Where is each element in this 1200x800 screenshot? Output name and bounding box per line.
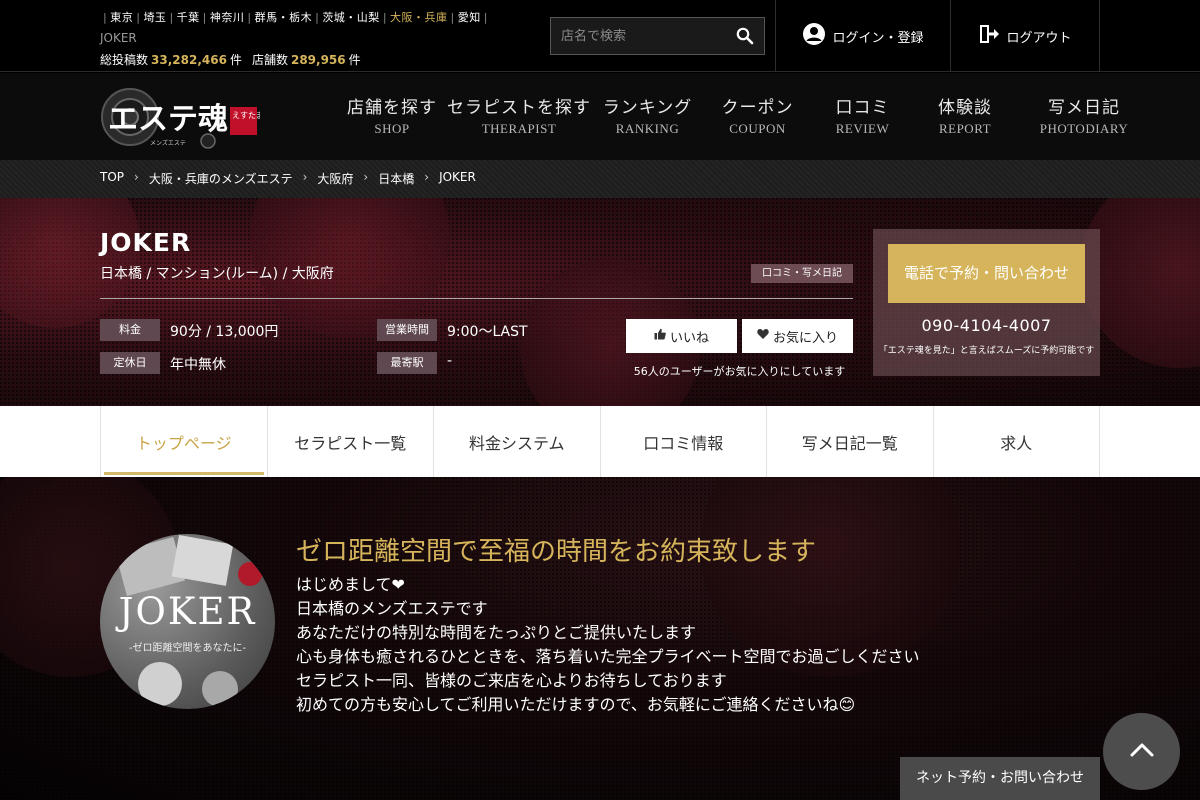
shop-count-value: 289,956 [290,53,346,67]
shop-count-unit: 件 [348,53,361,67]
nav-coupon[interactable]: クーポン COUPON [701,93,814,137]
area-link-tokyo[interactable]: 東京 [110,11,133,24]
total-posts-label: 総投稿数 [100,53,149,67]
price-label: 料金 [100,319,160,341]
station-label: 最寄駅 [377,352,437,374]
shop-subtitle: 日本橋 / マンション(ルーム) / 大阪府 [100,266,334,282]
logo-sub-text: メンズエステ [150,139,186,147]
thumbs-up-icon [654,328,666,344]
shop-avatar: JOKER -ゼロ距離空間をあなたに- [100,534,275,709]
login-label: ログイン・登録 [832,30,924,46]
area-link-kanagawa[interactable]: 神奈川 [210,11,245,24]
tab-photo-diary[interactable]: 写メ日記一覧 [767,406,934,477]
intro-headline: ゼロ距離空間で至福の時間をお約束致します [296,537,817,567]
shop-intro: JOKER -ゼロ距離空間をあなたに- ゼロ距離空間で至福の時間をお約束致します… [0,477,1200,800]
total-posts-value: 33,282,466 [151,53,227,67]
intro-body: はじめまして❤ 日本橋のメンズエステです あなただけの特別な時間をたっぷりとご提… [296,573,920,717]
search-icon[interactable] [736,27,756,47]
shop-name: JOKER [100,228,192,257]
call-reserve-button[interactable]: 電話で予約・問い合わせ [888,244,1085,303]
search-input[interactable] [551,18,729,54]
area-link-osaka-hyogo[interactable]: 大阪・兵庫 [390,11,448,24]
avatar-brand-text: JOKER [118,590,257,633]
shop-hero: JOKER 日本橋 / マンション(ルーム) / 大阪府 口コミ・写メ日記 料金… [0,198,1200,406]
user-icon [802,22,826,50]
main-nav: エステ魂 メンズエステ えすたま 店舗を探す SHOP セラピストを探す THERA… [0,73,1200,160]
divider [100,298,853,299]
favorite-button[interactable]: お気に入り [742,319,853,353]
logo-main-text: エステ魂 [108,102,228,137]
intro-line: セラピスト一同、皆様のご来店を心よりお待ちしております [296,671,727,690]
logout-button[interactable]: ログアウト [950,0,1100,72]
chevron-up-icon [1129,742,1155,762]
breadcrumb-prefecture[interactable]: 大阪府 [317,170,353,187]
tab-top[interactable]: トップページ [101,406,268,477]
contact-box: 電話で予約・問い合わせ 090-4104-4007 「エステ魂を見た」と言えばス… [873,229,1100,376]
phone-number[interactable]: 090-4104-4007 [873,316,1100,335]
intro-line: 初めての方も安心してご利用いただけますので、お気軽にご連絡くださいね😊 [296,695,856,714]
area-links: | 東京 | 埼玉 | 千葉 | 神奈川 | 群馬・栃木 | 茨城・山梨 | 大阪・兵庫 | 愛知 | [103,11,488,24]
favorite-count-note: 56人のユーザーがお気に入りにしています [633,365,846,378]
nav-therapist[interactable]: セラピストを探す THERAPIST [444,93,594,137]
intro-line: はじめまして❤ [296,575,405,594]
intro-line: 日本橋のメンズエステです [296,599,488,618]
site-counts: 総投稿数 33,282,466 件店舗数 289,956 件 [100,51,361,68]
price-value: 90分 / 13,000円 [170,324,279,340]
hours-label: 営業時間 [377,319,437,341]
breadcrumb-region[interactable]: 大阪・兵庫のメンズエステ [149,170,293,187]
net-reserve-button[interactable]: ネット予約・お問い合わせ [900,757,1100,800]
area-link-saitama[interactable]: 埼玉 [143,11,166,24]
nav-review[interactable]: 口コミ REVIEW [814,93,911,137]
phone-note: 「エステ魂を見た」と言えばスムーズに予約可能です [878,346,1095,356]
intro-line: 心も身体も癒されるひとときを、落ち着いた完全プライベート空間でお過ごしください [296,647,920,666]
chevron-right-icon: › [302,170,308,184]
favorite-label: お気に入り [772,330,838,346]
chevron-right-icon: › [363,170,369,184]
holiday-value: 年中無休 [170,357,226,373]
nav-photodiary[interactable]: 写メ日記 PHOTODIARY [1019,93,1149,137]
total-posts-unit: 件 [229,53,242,67]
breadcrumb: TOP › 大阪・兵庫のメンズエステ › 大阪府 › 日本橋 › JOKER [0,160,1200,198]
header-shop-name: JOKER [100,31,137,45]
area-link-ibaraki-yamanashi[interactable]: 茨城・山梨 [322,11,380,24]
login-button[interactable]: ログイン・登録 [775,0,950,72]
tab-reviews[interactable]: 口コミ情報 [601,406,767,477]
shop-tabs: トップページ セラピスト一覧 料金システム 口コミ情報 写メ日記一覧 求人 [0,406,1200,477]
intro-line: あなただけの特別な時間をたっぷりとご提供いたします [296,623,697,642]
nav-ranking[interactable]: ランキング RANKING [594,93,701,137]
nav-report[interactable]: 体験談 REPORT [911,93,1019,137]
chevron-right-icon: › [424,170,430,184]
logout-icon [978,23,1000,49]
logout-label: ログアウト [1006,30,1072,46]
area-link-gunma-tochigi[interactable]: 群馬・栃木 [255,11,313,24]
top-bar: | 東京 | 埼玉 | 千葉 | 神奈川 | 群馬・栃木 | 茨城・山梨 | 大阪・兵庫 | 愛知 | JOKE… [0,0,1200,72]
scroll-top-button[interactable] [1103,713,1180,790]
area-link-aichi[interactable]: 愛知 [458,11,481,24]
breadcrumb-top[interactable]: TOP [100,170,124,187]
chevron-right-icon: › [134,170,139,184]
avatar-tagline: -ゼロ距離空間をあなたに- [128,643,247,654]
tab-jobs[interactable]: 求人 [934,406,1100,477]
breadcrumb-current: JOKER [439,170,476,184]
breadcrumb-area[interactable]: 日本橋 [378,170,414,187]
shop-count-label: 店舗数 [251,53,288,67]
nav-shop[interactable]: 店舗を探す SHOP [340,93,444,137]
tab-pricing[interactable]: 料金システム [434,406,601,477]
search-box [550,17,765,55]
reviews-diary-button[interactable]: 口コミ・写メ日記 [751,264,853,283]
area-link-chiba[interactable]: 千葉 [177,11,200,24]
holiday-label: 定休日 [100,352,160,374]
hours-value: 9:00～LAST [447,324,528,340]
heart-icon [757,328,769,344]
station-value: - [447,353,453,369]
nav-menu: 店舗を探す SHOP セラピストを探す THERAPIST ランキング RANKING… [340,93,1149,137]
like-button[interactable]: いいね [626,319,737,353]
logo-badge-text: えすたま [232,111,260,120]
site-logo[interactable]: エステ魂 メンズエステ えすたま [100,85,264,149]
tab-therapists[interactable]: セラピスト一覧 [268,406,434,477]
like-label: いいね [669,330,709,346]
